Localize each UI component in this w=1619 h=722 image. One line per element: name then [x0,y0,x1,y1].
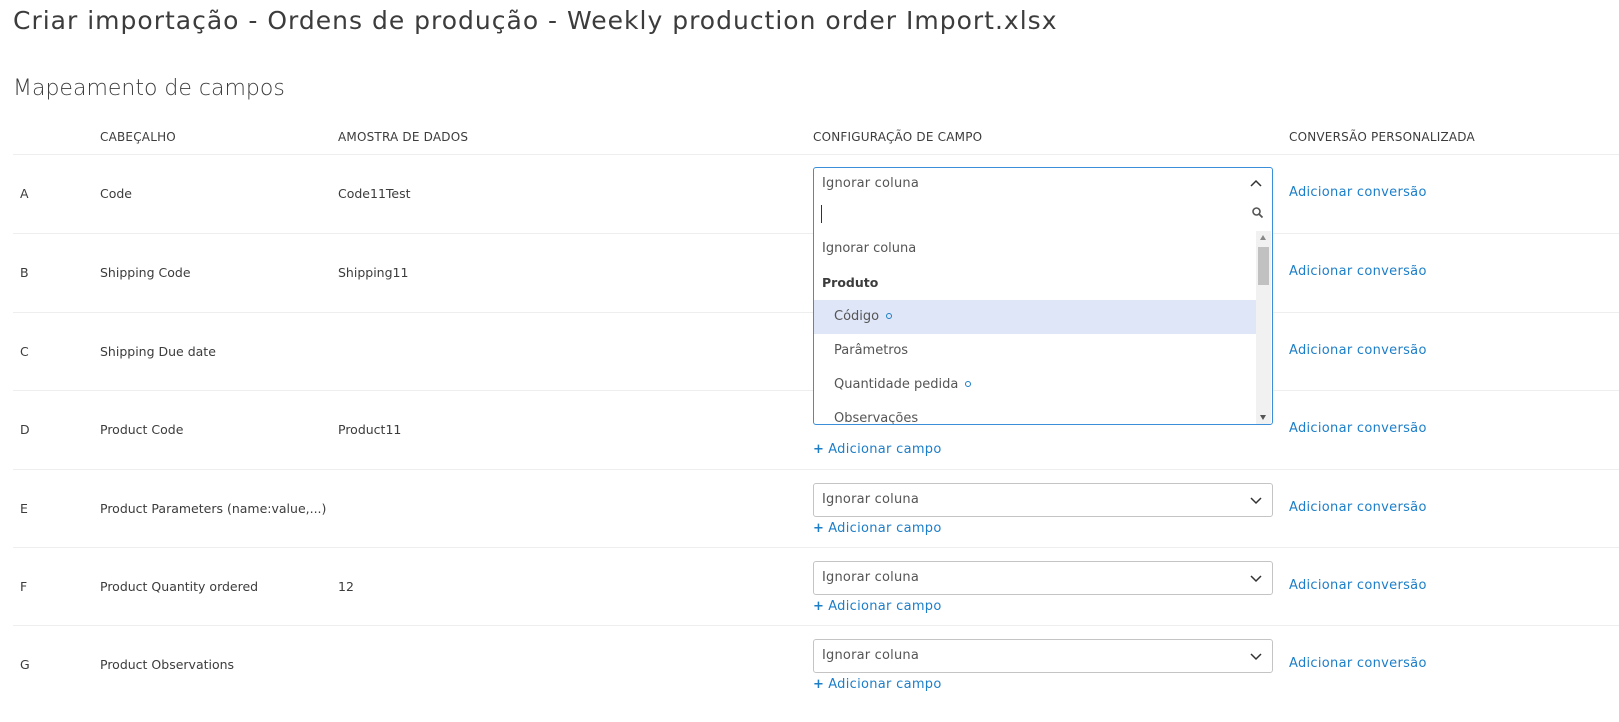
add-field-label: Adicionar campo [828,521,942,536]
scroll-up-arrow-icon[interactable] [1260,235,1266,240]
dropdown-options-list: Ignorar coluna Produto Código Parâmetros Qua… [814,231,1256,424]
table-row: E Product Parameters (name:value,...) Adic… [13,469,1619,547]
add-conversion-link[interactable]: Adicionar conversão [1289,656,1427,671]
select-value: Ignorar coluna [822,492,920,507]
dropdown-select-header[interactable]: Ignorar coluna [814,168,1272,201]
row-letter: A [20,186,29,201]
scroll-down-arrow-icon[interactable] [1260,415,1266,420]
option-label: Observações [834,411,919,424]
row-letter: B [20,265,29,280]
column-header-sample: AMOSTRA DE DADOS [338,130,469,144]
option-label: Produto [822,275,879,290]
chevron-down-icon [1250,575,1262,583]
plus-icon: + [813,442,825,457]
add-conversion-link[interactable]: Adicionar conversão [1289,421,1427,436]
row-sample: Shipping11 [338,265,409,280]
select-value: Ignorar coluna [822,570,920,585]
row-letter: F [20,579,28,594]
row-header: Product Code [100,422,184,437]
table-row: G Product Observations Adicionar conversão… [13,625,1619,703]
dropdown-option[interactable]: Parâmetros [814,334,1256,368]
dropdown-option[interactable]: Quantidade pedida [814,368,1256,402]
option-label: Código [834,309,893,324]
option-label: Ignorar coluna [822,241,917,256]
row-letter: G [20,657,30,672]
field-config-select[interactable]: Ignorar coluna [813,639,1273,673]
row-header: Product Parameters (name:value,...) [100,501,327,516]
required-indicator-icon [965,381,972,387]
column-header-field-config: CONFIGURAÇÃO DE CAMPO [813,130,983,144]
text-caret [821,205,822,223]
row-letter: D [20,422,30,437]
row-sample: Code11Test [338,186,411,201]
option-label: Quantidade pedida [834,377,972,392]
column-header-cabecalho: CABEÇALHO [100,130,176,144]
search-icon [1252,207,1264,219]
add-field-link[interactable]: + Adicionar campo [813,521,942,536]
add-field-label: Adicionar campo [828,442,942,457]
dropdown-selected-value: Ignorar coluna [822,176,920,191]
add-field-link[interactable]: + Adicionar campo [813,442,942,457]
row-header: Product Quantity ordered [100,579,259,594]
chevron-down-icon [1250,497,1262,505]
add-conversion-link[interactable]: Adicionar conversão [1289,264,1427,279]
row-sample: 12 [338,579,354,594]
add-conversion-link[interactable]: Adicionar conversão [1289,500,1427,515]
dropdown-scrollbar[interactable] [1256,231,1271,424]
table-row: F Product Quantity ordered 12 Adicionar con… [13,547,1619,625]
section-title: Mapeamento de campos [13,76,285,101]
add-field-link[interactable]: + Adicionar campo [813,677,942,692]
row-sample: Product11 [338,422,402,437]
dropdown-option[interactable]: Ignorar coluna [814,232,1256,266]
required-indicator-icon [886,313,893,319]
chevron-up-icon[interactable] [1248,176,1264,192]
plus-icon: + [813,599,825,614]
chevron-down-icon [1250,653,1262,661]
page-title: Criar importação - Ordens de produção - … [13,6,1058,35]
dropdown-search-input[interactable] [814,201,1272,231]
dropdown-option[interactable]: Código [814,300,1256,334]
row-letter: C [20,344,29,359]
add-conversion-link[interactable]: Adicionar conversão [1289,185,1427,200]
add-conversion-link[interactable]: Adicionar conversão [1289,578,1427,593]
field-config-dropdown-open[interactable]: Ignorar coluna Ignorar coluna Produto Códi… [813,167,1273,425]
row-letter: E [20,501,28,516]
field-config-select[interactable]: Ignorar coluna [813,561,1273,595]
add-field-label: Adicionar campo [828,599,942,614]
select-value: Ignorar coluna [822,648,920,663]
row-header: Product Observations [100,657,235,672]
row-header: Shipping Code [100,265,191,280]
add-field-link[interactable]: + Adicionar campo [813,599,942,614]
dropdown-option[interactable]: Observações [814,402,1256,424]
add-field-label: Adicionar campo [828,677,942,692]
row-header: Shipping Due date [100,344,216,359]
field-config-select[interactable]: Ignorar coluna [813,483,1273,517]
scrollbar-thumb[interactable] [1258,247,1269,285]
plus-icon: + [813,521,825,536]
option-label: Parâmetros [834,343,909,358]
column-header-custom-conversion: CONVERSÃO PERSONALIZADA [1289,130,1475,144]
add-conversion-link[interactable]: Adicionar conversão [1289,343,1427,358]
dropdown-group-label: Produto [814,266,1256,300]
plus-icon: + [813,677,825,692]
row-header: Code [100,186,133,201]
